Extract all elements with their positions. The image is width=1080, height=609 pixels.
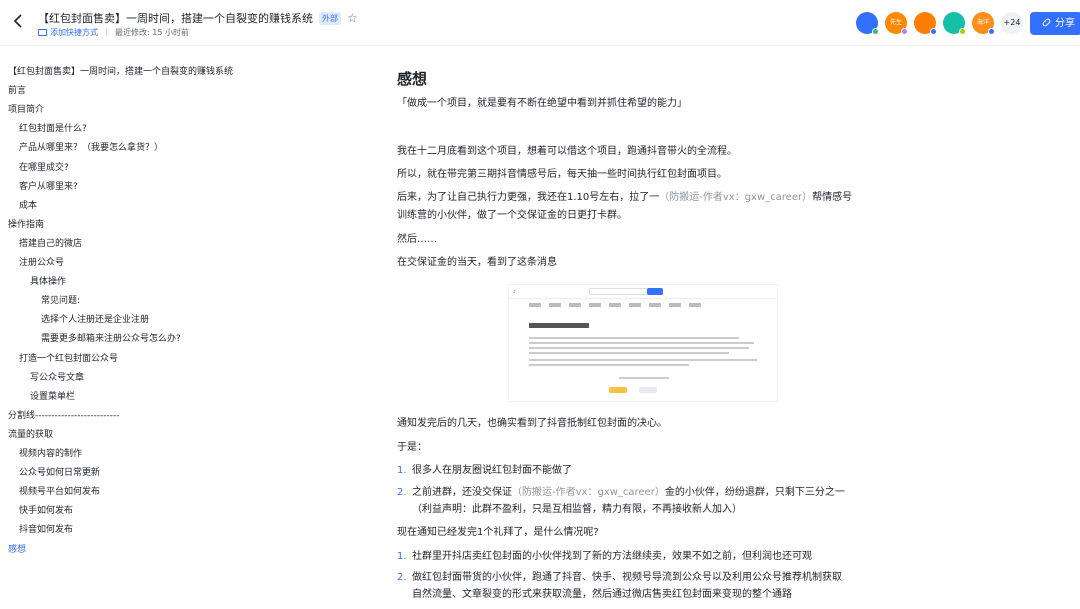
toc-item[interactable]: 注册公众号 [19, 257, 64, 269]
toc-item[interactable]: 打造一个红包封面公众号 [19, 353, 118, 365]
toc-item[interactable]: 快手如何发布 [19, 505, 73, 517]
star-icon[interactable]: ☆ [347, 11, 358, 25]
folder-icon [38, 29, 47, 36]
share-button[interactable]: 分享 [1030, 12, 1080, 35]
section-heading: 感想 [397, 70, 428, 88]
toc-item[interactable]: 写公众号文章 [30, 372, 84, 384]
toc-item[interactable]: 在哪里成交? [19, 162, 69, 174]
back-button[interactable] [12, 13, 28, 33]
add-shortcut-button[interactable]: 添加快捷方式 [38, 28, 98, 37]
toc-item[interactable]: 设置菜单栏 [30, 391, 75, 403]
toc-item[interactable]: 产品从哪里来？（我要怎么拿货？） [19, 142, 163, 154]
toc-item[interactable]: 成本 [19, 200, 37, 212]
toc-item[interactable]: 红包封面是什么? [19, 123, 87, 135]
avatar[interactable]: 海洋 [972, 12, 995, 35]
link-icon [1041, 17, 1052, 28]
quote-text: 「做成一个项目，就是要有不断在绝望中看到并抓住希望的能力」 [397, 98, 687, 109]
document-title-text: 【红包封面售卖】一周时间，搭建一个自裂变的赚钱系统 [38, 12, 313, 25]
toc-item[interactable]: 抖音如何发布 [19, 524, 73, 536]
paragraph: 通知发完后的几天，也确实看到了抖音抵制红包封面的决心。 [397, 418, 667, 429]
paragraph: 然后…… [397, 234, 437, 245]
list-item: 2. 之前进群，还没交保证（防搬运-作者vx：gxw_career）金的小伙伴，纷… [397, 487, 845, 498]
avatar[interactable] [943, 12, 966, 35]
paragraph: 后来，为了让自己执行力更强，我还在1.10号左右，拉了一（防搬运-作者vx：gx… [397, 192, 853, 203]
toc-item[interactable]: 感想 [8, 544, 26, 556]
document-title: 【红包封面售卖】一周时间，搭建一个自裂变的赚钱系统 外部 ☆ [38, 10, 358, 26]
toc-item[interactable]: 视频内容的制作 [19, 448, 82, 460]
paragraph: 现在通知已经发完1个礼拜了，是什么情况呢? [397, 527, 599, 538]
paragraph: 于是： [397, 442, 427, 453]
more-collaborators-count[interactable]: +24 [1001, 12, 1023, 34]
toc-item[interactable]: 【红包封面售卖】一周时间，搭建一个自裂变的赚钱系统 [8, 66, 233, 78]
list-item-continued: 自然流量、文章裂变的形式来获取流量，然后通过微店售卖红包封面来变现的整个通路 [412, 589, 792, 600]
avatar[interactable]: 先生 [885, 12, 908, 35]
toc-item[interactable]: 客户从哪里来? [19, 181, 78, 193]
paragraph: 训练营的小伙伴，做了一个交保证金的日更打卡群。 [397, 210, 627, 221]
paragraph: 所以，就在带完第三期抖音情感号后，每天抽一些时间执行红包封面项目。 [397, 169, 727, 180]
status-dot [959, 28, 966, 35]
toc-item[interactable]: 流量的获取 [8, 429, 53, 441]
last-modified: 最近修改: 15 小时前 [115, 28, 189, 37]
list-item: 2. 做红包封面带货的小伙伴，跑通了抖音、快手、视频号导流到公众号以及利用公众号推… [397, 572, 842, 583]
status-dot [872, 28, 879, 35]
list-item-continued: （利益声明：此群不盈利，只是互相监督，精力有限，不再接收新人加入） [412, 504, 742, 515]
toc-item[interactable]: 常见问题: [41, 295, 80, 307]
toc-item[interactable]: 项目简介 [8, 104, 44, 116]
chevron-left-icon [13, 14, 22, 28]
list-item: 1. 很多人在朋友圈说红包封面不能做了 [397, 465, 572, 476]
toc-item[interactable]: 选择个人注册还是企业注册 [41, 314, 149, 326]
status-dot [988, 28, 995, 35]
toc-item[interactable]: 分割线-------------------------- [8, 410, 119, 422]
toc-item[interactable]: 操作指南 [8, 219, 44, 231]
embedded-screenshot-image[interactable]: ♪ [508, 284, 778, 402]
avatar[interactable] [914, 12, 937, 35]
toc-item[interactable]: 需要更多邮箱来注册公众号怎么办? [41, 333, 181, 345]
toc-item[interactable]: 前言 [8, 85, 26, 97]
avatar[interactable] [856, 12, 879, 35]
status-dot [901, 28, 908, 35]
status-dot [930, 28, 937, 35]
list-item: 1. 社群里开抖店卖红包封面的小伙伴找到了新的方法继续卖，效果不如之前，但利润也还… [397, 551, 812, 562]
document-meta: 添加快捷方式 最近修改: 15 小时前 [38, 27, 189, 38]
tiktok-logo-icon: ♪ [513, 289, 516, 294]
paragraph: 我在十二月底看到这个项目，想着可以借这个项目，跑通抖音带火的全流程。 [397, 146, 737, 157]
toc-item[interactable]: 公众号如何日常更新 [19, 467, 100, 479]
toc-item[interactable]: 视频号平台如何发布 [19, 486, 100, 498]
toc-item[interactable]: 具体操作 [30, 276, 66, 288]
external-badge: 外部 [319, 12, 341, 25]
toc-item[interactable]: 搭建自己的微店 [19, 238, 82, 250]
top-bar: 【红包封面售卖】一周时间，搭建一个自裂变的赚钱系统 外部 ☆ 添加快捷方式 最近修改:… [0, 0, 1080, 46]
paragraph: 在交保证金的当天，看到了这条消息 [397, 257, 557, 268]
divider [106, 28, 107, 36]
